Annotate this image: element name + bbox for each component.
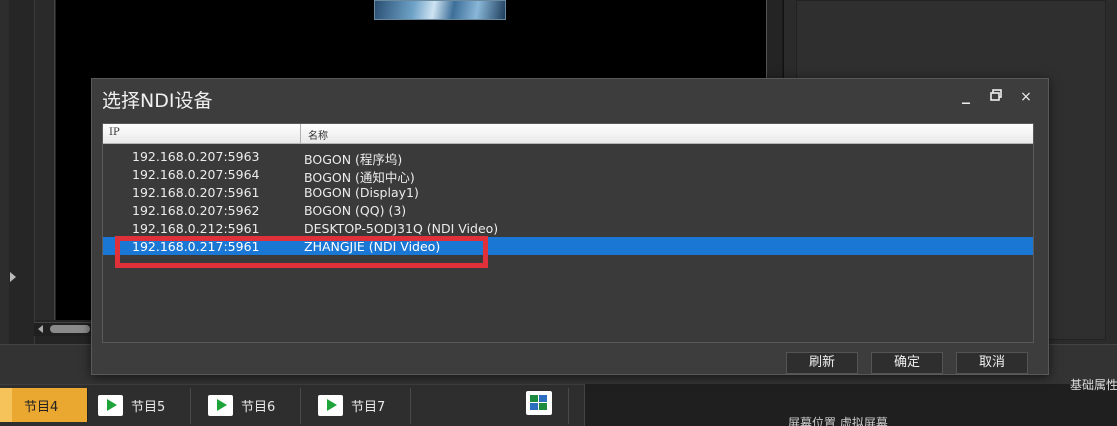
play-arrow-icon[interactable]	[10, 272, 16, 282]
track-rail	[35, 0, 55, 320]
cell-name: BOGON (Display1)	[304, 185, 419, 200]
ok-button[interactable]: 确定	[871, 352, 943, 374]
program-label: 节目7	[351, 399, 386, 415]
table-row[interactable]: 192.168.0.207:5962 BOGON (QQ) (3)	[103, 201, 1033, 219]
cell-ip: 192.168.0.207:5961	[132, 185, 260, 200]
divider	[568, 388, 569, 424]
table-row[interactable]: 192.168.0.207:5963 BOGON (程序坞)	[103, 147, 1033, 167]
program-label: 节目5	[131, 399, 166, 415]
scrollbar-thumb[interactable]	[50, 325, 90, 333]
cell-ip: 192.168.0.207:5962	[132, 203, 260, 218]
cell-ip: 192.168.0.207:5963	[132, 149, 260, 164]
program-button-active[interactable]: 节目4	[0, 388, 88, 422]
cell-ip: 192.168.0.207:5964	[132, 167, 260, 182]
play-icon	[98, 394, 123, 416]
ndi-device-dialog: 选择NDI设备 _ × IP 名称 192.168.0.207:5963 BOGO…	[91, 78, 1049, 375]
restore-icon[interactable]	[988, 89, 1004, 105]
cell-name: DESKTOP-5ODJ31Q (NDI Video)	[304, 221, 499, 236]
screen-position-label: 屏幕位置 虚拟屏幕	[788, 416, 888, 426]
program-label: 节目6	[241, 399, 276, 415]
cell-name: BOGON (QQ) (3)	[304, 203, 407, 218]
cell-name: ZHANGJIE (NDI Video)	[304, 239, 441, 254]
column-divider[interactable]	[300, 124, 301, 144]
cancel-button[interactable]: 取消	[956, 352, 1028, 374]
program-label: 节目4	[24, 399, 59, 415]
divider	[300, 388, 301, 424]
table-row[interactable]: 192.168.0.217:5961 ZHANGJIE (NDI Video)	[103, 237, 1033, 255]
refresh-button[interactable]: 刷新	[786, 352, 858, 374]
left-rail	[0, 0, 9, 344]
active-indicator	[0, 388, 12, 422]
left-rail-inner	[9, 0, 35, 344]
program-button-6[interactable]: 节目6	[208, 388, 275, 422]
program-button-5[interactable]: 节目5	[98, 388, 165, 422]
column-header-name[interactable]: 名称	[308, 127, 328, 142]
preview-thumbnail[interactable]	[374, 0, 506, 20]
table-header: IP 名称	[103, 124, 1033, 144]
table-row[interactable]: 192.168.0.207:5961 BOGON (Display1)	[103, 183, 1033, 201]
cell-ip: 192.168.0.212:5961	[132, 221, 260, 236]
table-row[interactable]: 192.168.0.207:5964 BOGON (通知中心)	[103, 165, 1033, 185]
column-header-ip[interactable]: IP	[109, 127, 120, 138]
add-program-icon[interactable]	[526, 391, 552, 415]
divider	[190, 388, 191, 424]
divider	[410, 388, 411, 424]
program-button-7[interactable]: 节目7	[318, 388, 385, 422]
tab-basic-properties[interactable]: 基础属性	[1070, 376, 1117, 393]
dialog-title: 选择NDI设备	[102, 90, 213, 112]
table-row[interactable]: 192.168.0.212:5961 DESKTOP-5ODJ31Q (NDI V…	[103, 219, 1033, 237]
device-table: IP 名称 192.168.0.207:5963 BOGON (程序坞) 192.1…	[102, 123, 1034, 343]
play-icon	[318, 394, 343, 416]
cell-ip: 192.168.0.217:5961	[132, 239, 260, 254]
play-icon	[208, 394, 233, 416]
scroll-left-icon[interactable]	[38, 325, 43, 333]
close-icon[interactable]: ×	[1018, 89, 1034, 105]
minimize-icon[interactable]: _	[958, 85, 974, 104]
